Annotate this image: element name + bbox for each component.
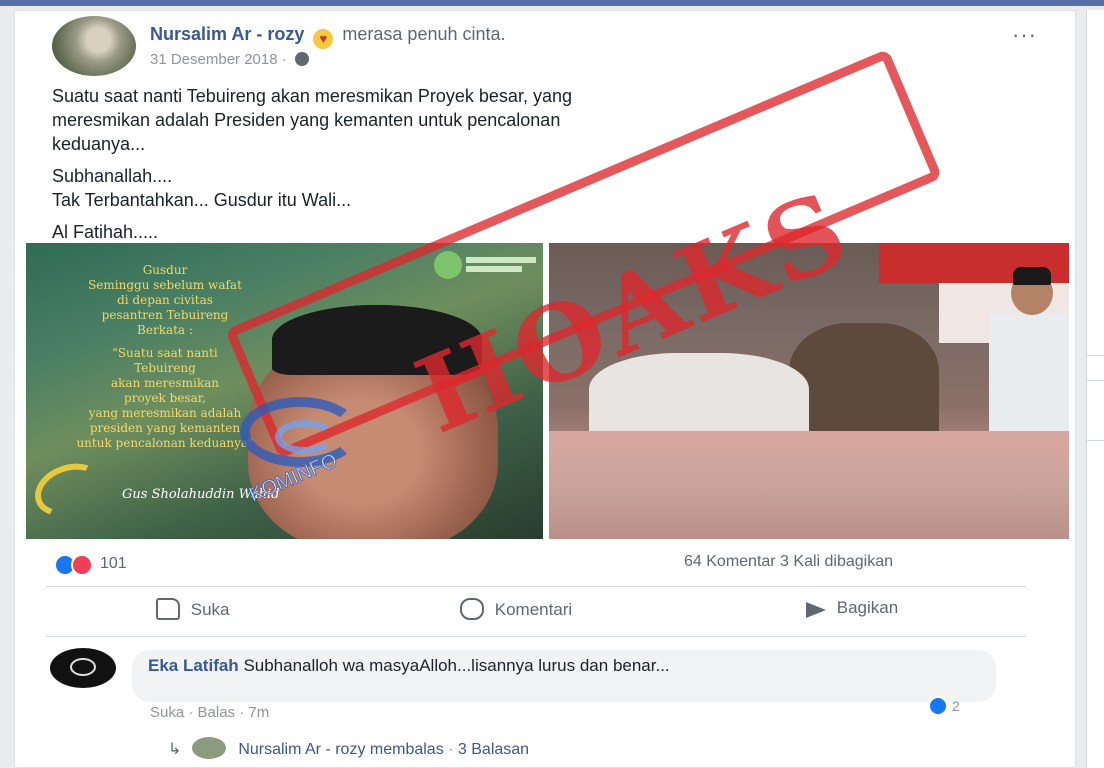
quote-line: di depan civitas [117,293,213,307]
sidebar-divider [1087,355,1104,356]
comment-button[interactable]: Komentari [460,598,572,626]
author-avatar[interactable] [52,16,136,76]
commenter-name[interactable]: Eka Latifah [148,656,239,675]
love-reaction-icon [71,554,93,576]
share-button[interactable]: Bagikan [806,598,898,626]
like-reaction-icon [928,696,948,716]
reply-count: 3 Balasan [457,741,530,758]
sidebar-divider [1087,440,1104,441]
comment-bubble: Eka Latifah Subhanalloh wa masyaAlloh...… [132,650,996,702]
sidebar-divider [1087,380,1104,381]
kominfo-logo-inner [275,420,335,454]
ornament-icon [27,454,111,526]
replies-link[interactable]: ↳ Nursalim Ar - rozy membalas · 3 Balasa… [168,737,529,759]
reply-avatar [191,737,226,759]
comment-icon [460,598,484,620]
quote-line: Gusdur [142,263,188,277]
comment-actions[interactable]: Suka · Balas · 7m [150,704,269,721]
person-shape [789,323,939,443]
comment-label: Komentari [494,600,573,619]
reaction-count: 101 [100,555,127,572]
globe-icon [294,52,309,66]
reply-author: Nursalim Ar - rozy membalas [238,741,444,758]
right-sidebar [1086,10,1104,768]
divider [46,586,1026,587]
share-label: Bagikan [836,598,899,617]
post-timestamp: 31 Desember 2018 · [150,51,309,68]
author-name[interactable]: Nursalim Ar - rozy [150,24,304,44]
avatar-logo-icon [70,658,96,676]
post-date[interactable]: 31 Desember 2018 · [150,51,287,68]
commenter-avatar[interactable] [50,648,116,688]
comment-text: Subhanalloh wa masyaAlloh...lisannya lur… [243,656,670,675]
post-header: Nursalim Ar - rozy ♥ merasa penuh cinta. [150,24,506,49]
thumbs-up-icon [156,598,180,620]
share-icon [806,602,826,618]
love-feeling-icon: ♥ [313,29,334,49]
comment-share-stats[interactable]: 64 Komentar 3 Kali dibagikan [684,553,893,571]
reply-separator: · [443,741,458,758]
comment-like-count: 2 [952,698,960,714]
like-button[interactable]: Suka [156,598,229,626]
like-label: Suka [190,600,230,619]
more-options-icon[interactable]: ··· [1012,22,1037,48]
top-bar [0,0,1104,6]
feeling-text: merasa penuh cinta. [342,24,506,44]
person-cap-shape [1013,267,1051,285]
quote-line: Seminggu sebelum wafat [88,278,242,292]
podium-shape [549,431,1069,539]
reply-arrow-icon: ↳ [168,741,182,758]
divider [46,636,1026,637]
